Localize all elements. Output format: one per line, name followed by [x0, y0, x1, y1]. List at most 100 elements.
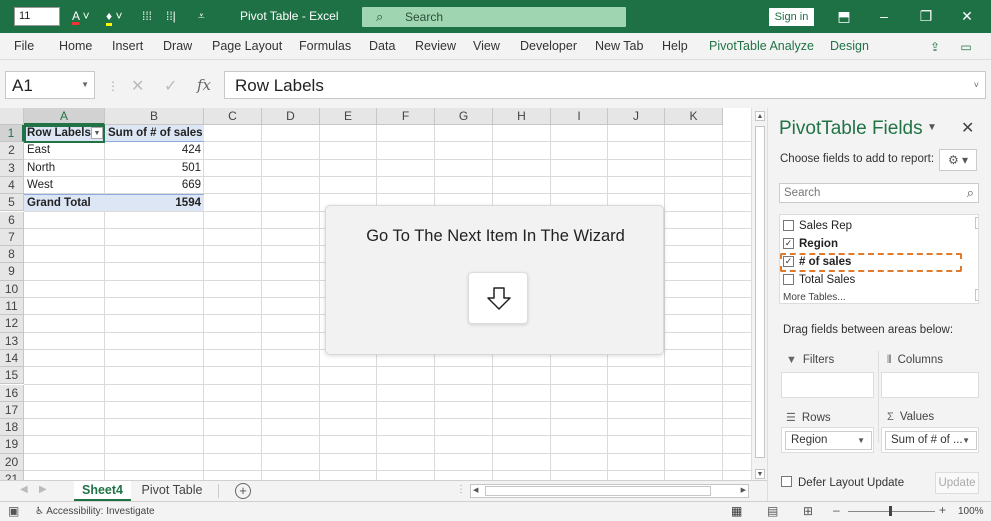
ribbon-display-icon[interactable]: ⬒ [833, 6, 855, 26]
macro-recording-icon[interactable]: ▣ [8, 504, 19, 518]
row-header-13[interactable]: 13 [0, 332, 24, 350]
sheet-tab-pivot-table[interactable]: Pivot Table [137, 481, 207, 501]
tab-pivottable-analyze[interactable]: PivotTable Analyze [709, 39, 814, 53]
search-box[interactable]: ⌕ Search [362, 7, 626, 27]
row-header-14[interactable]: 14 [0, 349, 24, 368]
pivot-row-value[interactable]: 501 [105, 160, 204, 177]
vertical-scroll-thumb[interactable] [755, 126, 765, 458]
select-all-corner[interactable] [0, 108, 24, 125]
column-header-d[interactable]: D [262, 108, 320, 125]
column-header-i[interactable]: I [551, 108, 608, 125]
chevron-down-icon[interactable]: ▼ [962, 436, 970, 445]
row-header-2[interactable]: 2 [0, 142, 24, 160]
scroll-up-icon[interactable]: ▲ [755, 111, 765, 121]
row-header-9[interactable]: 9 [0, 263, 24, 281]
zoom-out-icon[interactable]: – [833, 503, 840, 517]
column-header-e[interactable]: E [320, 108, 377, 125]
row-header-21[interactable]: 21 [0, 471, 24, 480]
pivot-row-value[interactable]: 669 [105, 177, 204, 194]
formula-input[interactable]: Row Labels ˅ [224, 71, 986, 99]
wizard-next-button[interactable] [468, 272, 528, 324]
column-header-f[interactable]: F [377, 108, 435, 125]
checkbox-checked[interactable]: ✓ [783, 238, 794, 249]
tab-data[interactable]: Data [369, 39, 395, 53]
row-header-8[interactable]: 8 [0, 246, 24, 264]
checkbox[interactable] [783, 220, 794, 231]
sign-in-button[interactable]: Sign in [769, 8, 814, 26]
pivot-row-label[interactable]: West [24, 177, 105, 194]
column-header-c[interactable]: C [204, 108, 262, 125]
field-list-settings-button[interactable]: ⚙ ▾ [939, 149, 977, 171]
row-header-18[interactable]: 18 [0, 419, 24, 437]
share-icon[interactable]: ⇪ [924, 37, 946, 56]
checkbox[interactable] [783, 274, 794, 285]
previous-sheet-icon[interactable]: ◀ [20, 484, 28, 495]
tab-help[interactable]: Help [662, 39, 688, 53]
horizontal-scroll-thumb[interactable] [485, 486, 711, 496]
zoom-slider-thumb[interactable] [889, 506, 892, 516]
font-color-icon[interactable]: A ˅ [72, 8, 90, 25]
tab-insert[interactable]: Insert [112, 39, 143, 53]
pivot-row-value[interactable]: 424 [105, 142, 204, 159]
page-layout-view-icon[interactable]: ▤ [767, 504, 778, 518]
tab-page-layout[interactable]: Page Layout [212, 39, 282, 53]
pivot-row-label[interactable]: East [24, 142, 105, 159]
row-header-5[interactable]: 5 [0, 194, 24, 212]
close-panel-icon[interactable]: ✕ [961, 118, 974, 138]
add-sheet-icon[interactable]: + [235, 483, 251, 499]
tab-split-handle-icon[interactable]: ⋮ [456, 484, 466, 495]
field-total-sales[interactable]: Total Sales [782, 271, 962, 289]
values-field-sum[interactable]: Sum of # of ... ▼ [885, 431, 977, 450]
tab-formulas[interactable]: Formulas [299, 39, 351, 53]
pivot-grand-total-value[interactable]: 1594 [105, 194, 204, 211]
row-header-17[interactable]: 17 [0, 401, 24, 420]
row-header-11[interactable]: 11 [0, 298, 24, 316]
tab-draw[interactable]: Draw [163, 39, 192, 53]
pivot-row-label[interactable]: North [24, 160, 105, 177]
columns-drop-zone[interactable] [881, 372, 979, 398]
field-list-scrollbar[interactable]: ▲ ▼ [975, 215, 978, 303]
row-header-3[interactable]: 3 [0, 159, 24, 177]
chevron-down-icon[interactable]: ▼ [857, 436, 865, 445]
row-header-1[interactable]: 1 [0, 125, 24, 143]
accessibility-status[interactable]: ♿︎ Accessibility: Investigate [35, 506, 155, 517]
column-header-h[interactable]: H [493, 108, 551, 125]
grid-borders-icon[interactable]: ⁞⁞| [166, 8, 176, 25]
close-icon[interactable]: ✕ [956, 6, 978, 26]
horizontal-scrollbar[interactable]: ◀ ▶ [470, 484, 749, 498]
enter-formula-icon[interactable]: ✓ [164, 76, 177, 96]
checkbox[interactable] [781, 476, 792, 487]
row-header-10[interactable]: 10 [0, 280, 24, 298]
row-header-4[interactable]: 4 [0, 176, 24, 195]
vertical-scrollbar[interactable]: ▲ ▼ [751, 108, 767, 482]
column-header-b[interactable]: B [105, 108, 204, 125]
tab-new-tab[interactable]: New Tab [595, 39, 643, 53]
normal-view-icon[interactable]: ▦ [731, 504, 742, 518]
scroll-left-icon[interactable]: ◀ [473, 486, 478, 494]
next-sheet-icon[interactable]: ▶ [39, 484, 47, 495]
chevron-down-icon[interactable]: ▼ [81, 80, 89, 89]
column-header-k[interactable]: K [665, 108, 723, 125]
tab-home[interactable]: Home [59, 39, 92, 53]
row-header-20[interactable]: 20 [0, 453, 24, 471]
sheet-tab-sheet4[interactable]: Sheet4 [74, 481, 131, 501]
rows-drop-zone[interactable]: Region ▼ [781, 427, 874, 453]
page-break-preview-icon[interactable]: ⊞ [803, 504, 813, 518]
scroll-down-icon[interactable]: ▼ [755, 469, 765, 479]
comments-icon[interactable]: ▭ [955, 37, 977, 56]
pivot-header-sum[interactable]: Sum of # of sales [105, 125, 204, 142]
cancel-formula-icon[interactable]: ✕ [131, 76, 144, 96]
row-header-12[interactable]: 12 [0, 315, 24, 333]
restore-icon[interactable]: ❐ [915, 6, 937, 26]
fill-color-icon[interactable]: ♦ ˅ [106, 8, 122, 26]
borders-icon[interactable]: ⁞⁞⁞ [142, 8, 152, 25]
update-button[interactable]: Update [935, 472, 979, 494]
column-header-j[interactable]: J [608, 108, 665, 125]
row-header-7[interactable]: 7 [0, 228, 24, 247]
row-header-19[interactable]: 19 [0, 436, 24, 454]
row-header-15[interactable]: 15 [0, 367, 24, 385]
tab-developer[interactable]: Developer [520, 39, 577, 53]
customize-quick-access-icon[interactable]: ⩡ [198, 8, 205, 25]
minimize-icon[interactable]: – [873, 6, 895, 26]
filters-drop-zone[interactable] [781, 372, 874, 398]
